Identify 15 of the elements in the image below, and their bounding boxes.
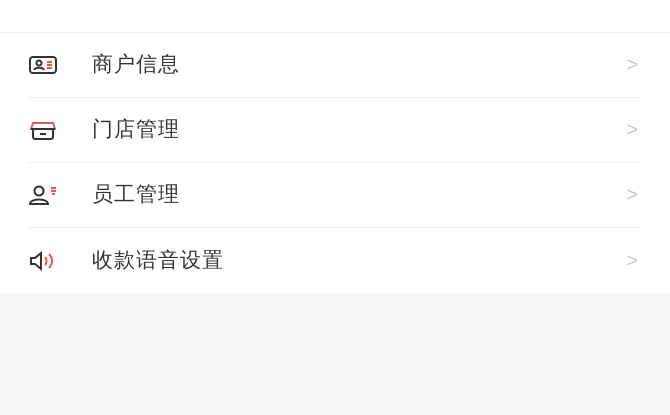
person-list-icon [28,184,58,206]
menu-item[interactable]: 门店管理 > [28,98,642,163]
store-icon [28,119,58,141]
menu-item[interactable]: 商户信息 > [28,33,642,98]
menu-label: 商户信息 [92,52,181,78]
menu-item[interactable]: 员工管理 > [28,163,642,228]
chevron-icon: > [626,50,638,80]
chevron-icon: > [626,180,638,210]
chevron-icon: > [626,246,638,276]
id-card-icon [28,55,58,75]
menu-label: 收款语音设置 [92,248,225,274]
menu-item[interactable]: 收款语音设置 > [28,228,642,293]
menu-label: 员工管理 [92,182,181,208]
chevron-icon: > [626,115,638,145]
menu-label: 门店管理 [92,117,181,144]
